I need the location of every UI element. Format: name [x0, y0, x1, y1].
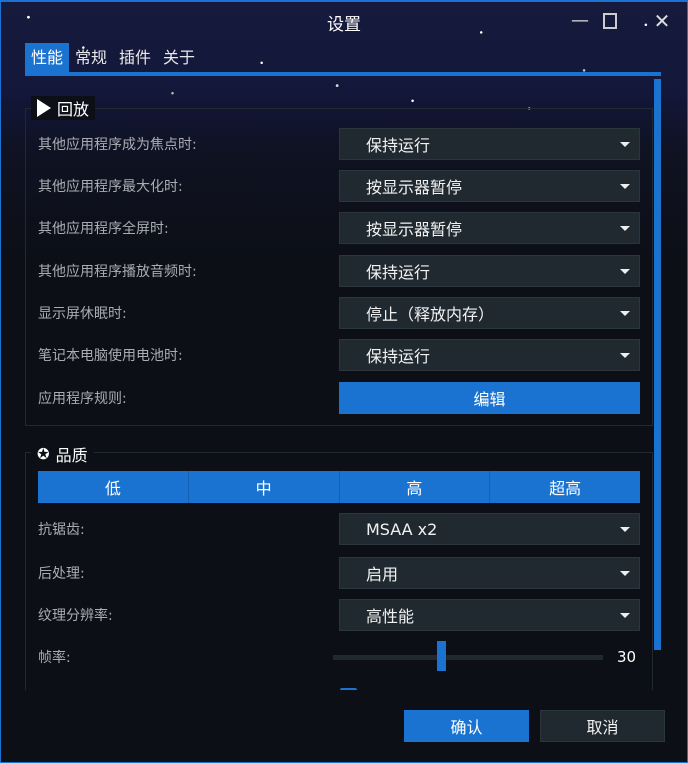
framerate-value: 30 [617, 648, 637, 666]
minimize-button[interactable]: — [567, 8, 593, 34]
quality-row: 纹理分辨率: 高性能 [38, 599, 640, 631]
setting-dropdown[interactable]: 按显示器暂停 [339, 170, 640, 202]
scrollbar[interactable] [654, 79, 661, 650]
tab-performance[interactable]: 性能 [25, 43, 70, 72]
quality-header: ✪ 品质 [31, 442, 94, 466]
chevron-down-icon [620, 353, 630, 358]
dropdown-value: 启用 [366, 565, 399, 584]
setting-label: 其他应用程序全屏时: [38, 221, 169, 237]
setting-label: 纹理分辨率: [38, 608, 113, 624]
setting-dropdown[interactable]: 启用 [339, 557, 640, 589]
dropdown-value: 停止（释放内存） [366, 305, 495, 324]
playback-header: 回放 [31, 96, 96, 120]
close-button[interactable]: ✕ [649, 8, 675, 34]
maximize-icon [603, 13, 617, 29]
chevron-down-icon [620, 311, 630, 316]
framerate-slider[interactable] [333, 641, 603, 671]
tab-bar: 性能 常规 插件 关于 [25, 43, 201, 72]
maximize-button[interactable] [597, 8, 623, 34]
tab-underline [25, 72, 661, 76]
tab-about[interactable]: 关于 [157, 43, 201, 72]
rules-label: 应用程序规则: [38, 391, 127, 407]
dropdown-value: 按显示器暂停 [366, 178, 463, 197]
chevron-down-icon [620, 613, 630, 618]
preset-high[interactable]: 高 [339, 471, 491, 503]
playback-title: 回放 [57, 100, 90, 119]
tab-general[interactable]: 常规 [69, 43, 113, 72]
setting-dropdown[interactable]: 按显示器暂停 [339, 212, 640, 244]
playback-row: 其他应用程序成为焦点时: 保持运行 [38, 128, 640, 160]
setting-label: 笔记本电脑使用电池时: [38, 348, 183, 364]
dropdown-value: MSAA x2 [366, 519, 438, 539]
quality-preset-group: 低 中 高 超高 [38, 471, 640, 503]
edit-rules-button[interactable]: 编辑 [339, 382, 640, 414]
slider-thumb[interactable] [437, 641, 446, 671]
dropdown-value: 按显示器暂停 [366, 220, 463, 239]
preset-ultra[interactable]: 超高 [490, 471, 640, 503]
quality-title: 品质 [55, 446, 88, 465]
setting-label: 其他应用程序播放音频时: [38, 264, 197, 280]
checkbox[interactable] [340, 688, 357, 690]
settings-window: 设置 — ✕ 性能 常规 插件 关于 回放 其他应用程序成为焦点时: 保持运行其… [0, 0, 688, 763]
playback-row: 其他应用程序全屏时: 按显示器暂停 [38, 212, 640, 244]
setting-label: 后处理: [38, 566, 85, 582]
quality-row: 抗锯齿: MSAA x2 [38, 513, 640, 545]
framerate-label: 帧率: [38, 650, 71, 666]
settings-content: 回放 其他应用程序成为焦点时: 保持运行 其他应用程序最大化时: 按显示器暂停 其他… [25, 82, 653, 690]
setting-dropdown[interactable]: 保持运行 [339, 339, 640, 371]
playback-row: 显示屏休眠时: 停止（释放内存） [38, 297, 640, 329]
chevron-down-icon [620, 226, 630, 231]
award-icon: ✪ [37, 445, 50, 463]
rules-row: 应用程序规则: 编辑 [38, 382, 640, 414]
quality-row: 后处理: 启用 [38, 557, 640, 589]
chevron-down-icon [620, 142, 630, 147]
play-icon [37, 99, 51, 117]
chevron-down-icon [620, 571, 630, 576]
setting-dropdown[interactable]: 停止（释放内存） [339, 297, 640, 329]
preset-medium[interactable]: 中 [188, 471, 340, 503]
chevron-down-icon [620, 184, 630, 189]
setting-label: 其他应用程序成为焦点时: [38, 137, 197, 153]
setting-dropdown[interactable]: 保持运行 [339, 255, 640, 287]
setting-label: 显示屏休眠时: [38, 306, 127, 322]
playback-row: 其他应用程序播放音频时: 保持运行 [38, 255, 640, 287]
setting-dropdown[interactable]: MSAA x2 [339, 513, 640, 545]
dropdown-value: 高性能 [366, 607, 415, 626]
chevron-down-icon [620, 527, 630, 532]
playback-row: 笔记本电脑使用电池时: 保持运行 [38, 339, 640, 371]
dropdown-value: 保持运行 [366, 263, 431, 282]
dropdown-value: 保持运行 [366, 347, 431, 366]
confirm-button[interactable]: 确认 [404, 710, 529, 742]
cancel-button[interactable]: 取消 [540, 710, 665, 742]
setting-dropdown[interactable]: 高性能 [339, 599, 640, 631]
playback-row: 其他应用程序最大化时: 按显示器暂停 [38, 170, 640, 202]
tab-plugins[interactable]: 插件 [113, 43, 157, 72]
chevron-down-icon [620, 269, 630, 274]
preset-low[interactable]: 低 [38, 471, 189, 503]
setting-dropdown[interactable]: 保持运行 [339, 128, 640, 160]
setting-label: 其他应用程序最大化时: [38, 179, 183, 195]
dropdown-value: 保持运行 [366, 136, 431, 155]
setting-label: 抗锯齿: [38, 522, 85, 538]
